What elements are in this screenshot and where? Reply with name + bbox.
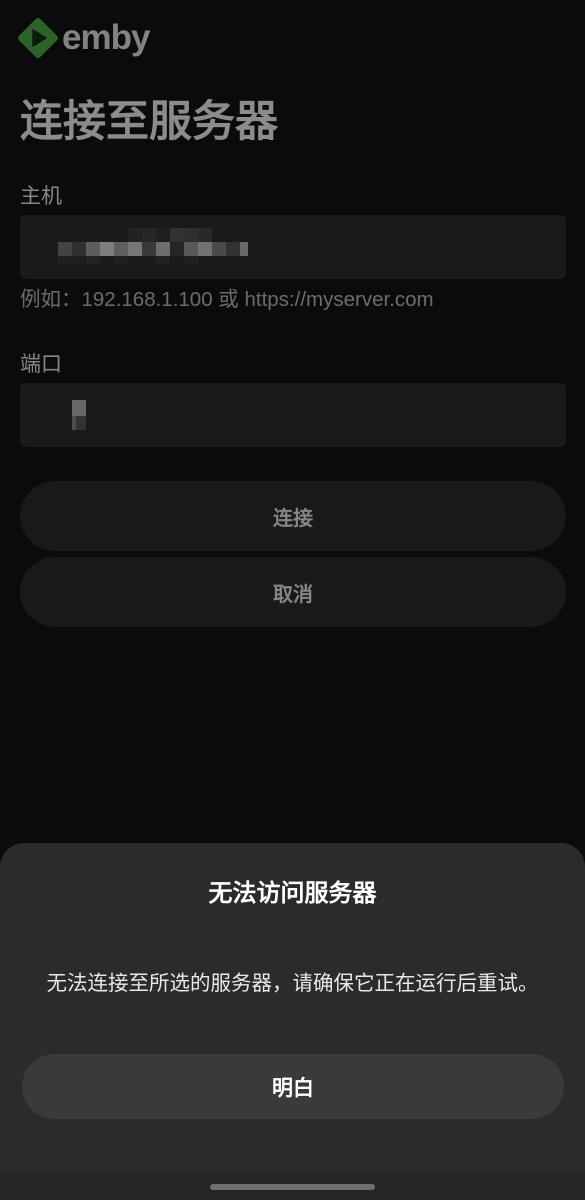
error-bottom-sheet: 无法访问服务器 无法连接至所选的服务器，请确保它正在运行后重试。 明白 xyxy=(0,843,585,1200)
dialog-title: 无法访问服务器 xyxy=(208,880,377,907)
dialog-message: 无法连接至所选的服务器，请确保它正在运行后重试。 xyxy=(46,972,539,995)
home-indicator[interactable] xyxy=(210,1184,375,1190)
dialog-confirm-button[interactable]: 明白 xyxy=(22,1054,564,1119)
system-nav-bar xyxy=(0,1173,585,1200)
